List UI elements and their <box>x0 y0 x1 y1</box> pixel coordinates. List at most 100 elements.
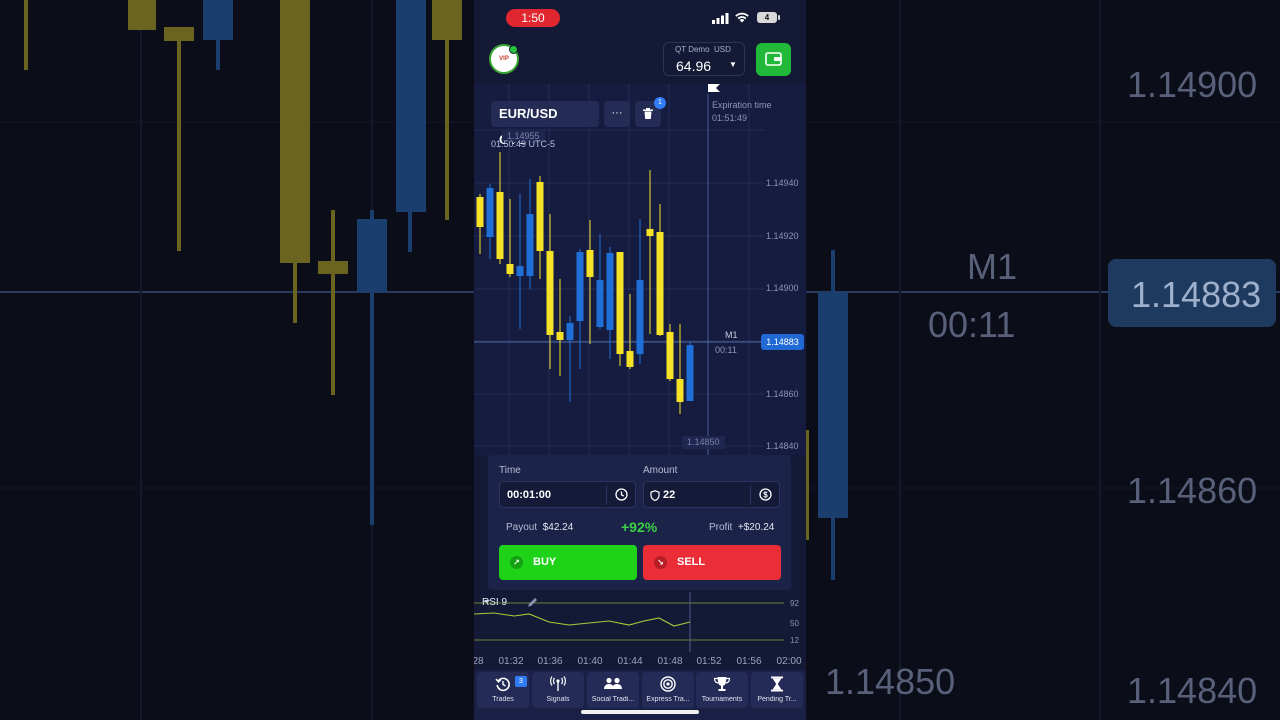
shield-icon <box>650 490 660 501</box>
trophy-icon <box>713 677 731 691</box>
battery-icon: 4 <box>757 12 780 23</box>
candle-body <box>666 332 674 379</box>
rsi-line <box>474 612 691 627</box>
price-axis-label: 1.14940 <box>766 178 799 188</box>
background-countdown: 00:11 <box>928 304 1016 345</box>
clock-icon <box>615 488 628 501</box>
candle-body <box>526 214 534 276</box>
time-value: 00:01:00 <box>507 489 552 501</box>
trade-panel: Time 00:01:00 Amount 22 $ Payout $42.24 … <box>488 455 791 590</box>
nav-label: Pending Tr... <box>757 696 797 703</box>
expiration-time: 01:51:49 <box>712 113 748 123</box>
payout-percent: +92% <box>621 519 658 535</box>
time-tick: 01:36 <box>537 656 563 667</box>
candle-body <box>556 332 564 340</box>
current-price-tag: 1.14883 <box>761 334 804 350</box>
more-options-button[interactable]: ··· <box>604 101 630 127</box>
account-selector[interactable]: QT Demo USD 64.96 ▼ <box>663 42 745 76</box>
time-tick: 01:44 <box>617 656 643 667</box>
buy-button[interactable]: ↗ BUY <box>499 545 637 580</box>
candle-body <box>576 252 584 321</box>
phone-screen: 1:50 4 VIP QT Demo USD 64.96 ▼ EUR/USD ·… <box>474 0 806 720</box>
chart-clock: 01:50:49 UTC-5 <box>491 139 556 149</box>
candle-body <box>476 197 484 227</box>
amount-value: 22 <box>663 489 676 501</box>
time-tick: 01:52 <box>696 656 722 667</box>
price-chart[interactable]: EUR/USD OTC▼ ··· 1 Expiration time 01:51… <box>474 84 806 455</box>
field-divider <box>606 485 607 505</box>
nav-social-trading[interactable]: Social Tradi... <box>587 672 639 708</box>
candle-body <box>496 192 504 259</box>
time-axis: 28 01:32 01:36 01:40 01:44 01:48 01:52 0… <box>474 655 806 669</box>
candle-countdown: 00:11 <box>715 345 737 355</box>
payout-row: Payout $42.24 <box>506 522 574 533</box>
wifi-icon <box>735 12 749 23</box>
nav-signals[interactable]: Signals <box>532 672 584 708</box>
time-tick: 28 <box>474 656 484 667</box>
account-type: QT Demo USD <box>675 45 731 54</box>
home-indicator[interactable] <box>581 710 699 714</box>
users-icon <box>604 677 622 689</box>
caret-down-icon: ▼ <box>729 60 737 69</box>
price-axis-label: 1.14840 <box>766 441 799 451</box>
candle-body <box>636 280 644 354</box>
account-balance: 64.96 <box>676 58 712 74</box>
arrow-up-right-icon: ↗ <box>510 556 523 569</box>
asset-selector[interactable]: EUR/USD OTC▼ <box>491 101 599 147</box>
time-tick: 01:56 <box>736 656 762 667</box>
rsi-name[interactable]: RSI 9 <box>482 597 507 608</box>
background-price-label: 1.14883 <box>1131 274 1262 315</box>
candle-body <box>656 232 664 335</box>
arrow-down-right-icon: ↘ <box>654 556 667 569</box>
status-time: 1:50 <box>506 9 560 27</box>
candle-body <box>516 266 524 276</box>
candle-body <box>616 252 624 354</box>
buy-label: BUY <box>533 556 557 568</box>
timeframe-label: M1 <box>725 330 738 340</box>
profit-row: Profit +$20.24 <box>709 522 775 533</box>
candle-body <box>626 351 634 367</box>
edit-pencil-icon <box>528 598 537 607</box>
time-tick: 01:48 <box>657 656 683 667</box>
price-axis-label: 1.14920 <box>766 231 799 241</box>
price-axis-label: 1.14900 <box>766 283 799 293</box>
hourglass-icon <box>771 676 783 692</box>
nav-label: Social Tradi... <box>591 696 635 703</box>
low-price-label: 1.14850 <box>682 436 725 449</box>
nav-tournaments[interactable]: Tournaments <box>696 672 748 708</box>
price-axis-label: 1.14860 <box>766 389 799 399</box>
rsi-level: 12 <box>790 636 799 645</box>
candle-body <box>596 280 604 327</box>
time-tick: 02:00 <box>776 656 802 667</box>
wallet-icon <box>765 52 782 66</box>
sell-label: SELL <box>677 556 706 568</box>
nav-express-trading[interactable]: Express Tra... <box>642 672 694 708</box>
nav-trades[interactable]: 3 Trades <box>477 672 529 708</box>
amount-label: Amount <box>643 465 678 476</box>
time-tick: 01:32 <box>498 656 524 667</box>
background-price-label: 1.14900 <box>1127 64 1258 105</box>
cellular-signal-icon <box>712 13 729 24</box>
rsi-level: 92 <box>790 599 799 608</box>
candle-body <box>486 188 494 237</box>
time-input[interactable]: 00:01:00 <box>499 481 636 508</box>
amount-input[interactable]: 22 $ <box>643 481 780 508</box>
signal-icon <box>550 676 566 691</box>
wallet-button[interactable] <box>756 43 791 76</box>
candle-body <box>566 323 574 340</box>
target-icon <box>660 676 676 692</box>
time-label: Time <box>499 465 521 476</box>
candle-body <box>606 253 614 330</box>
candle-body <box>646 229 654 236</box>
sell-button[interactable]: ↘ SELL <box>643 545 781 580</box>
candle-body <box>676 379 684 402</box>
profile-avatar[interactable]: VIP <box>489 44 519 74</box>
online-dot <box>509 45 518 54</box>
top-bar: VIP QT Demo USD 64.96 ▼ <box>474 38 806 84</box>
nav-label: Signals <box>546 696 570 703</box>
nav-pending-trades[interactable]: Pending Tr... <box>751 672 803 708</box>
svg-text:$: $ <box>763 491 768 500</box>
candle-body <box>546 251 554 335</box>
nav-label: Tournaments <box>701 696 743 703</box>
trash-icon <box>643 108 653 119</box>
